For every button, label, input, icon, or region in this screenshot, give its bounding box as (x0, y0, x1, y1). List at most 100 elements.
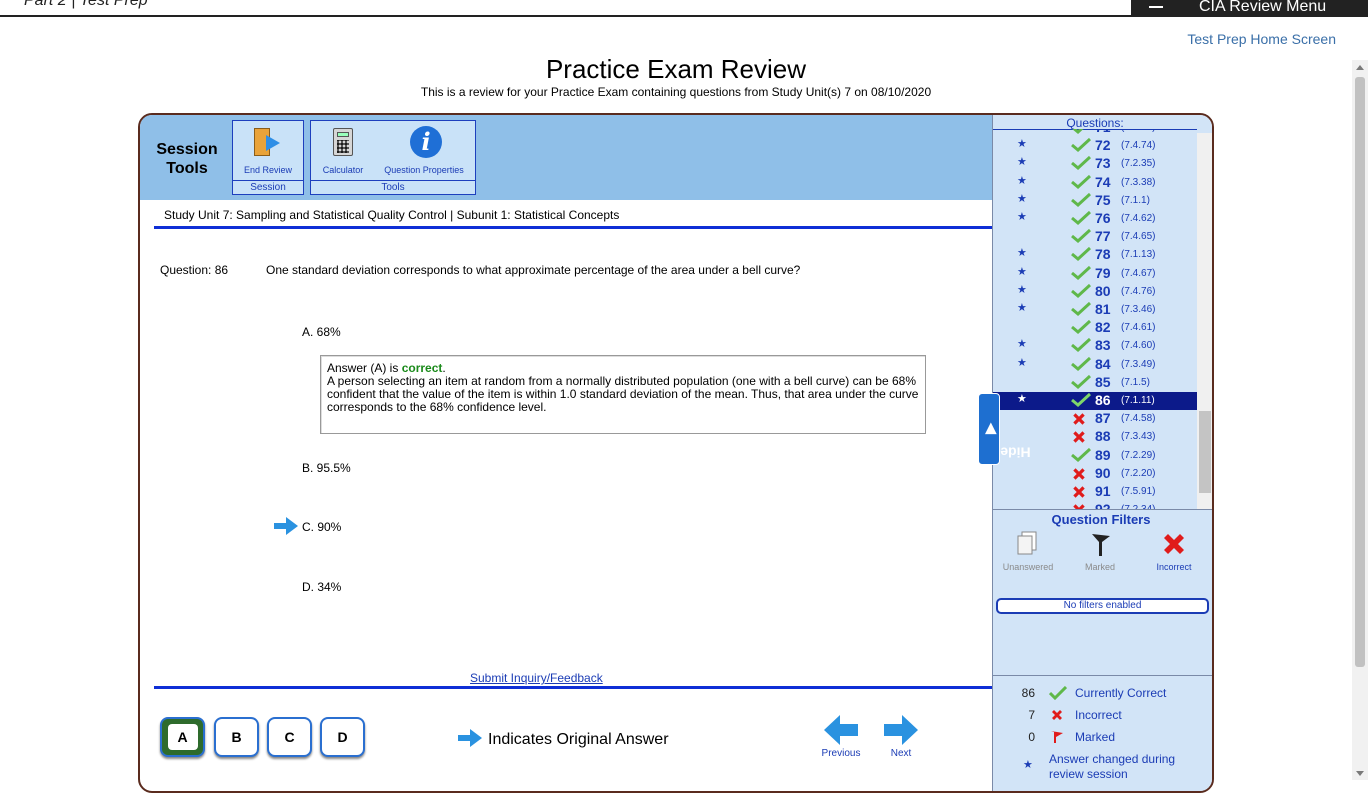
session-tools-label: Session Tools (156, 141, 218, 177)
check-icon (1071, 356, 1092, 374)
check-icon (1071, 138, 1092, 155)
end-review-button[interactable]: End Review (239, 125, 297, 175)
check-icon (1071, 447, 1092, 465)
correct-count: 86 (1021, 686, 1035, 700)
choice-c[interactable]: C. 90% (302, 520, 341, 534)
filter-marked[interactable]: Marked (1065, 530, 1135, 572)
star-icon: ★ (1017, 302, 1027, 314)
choice-d[interactable]: D. 34% (302, 580, 341, 594)
answer-button-b[interactable]: B (214, 717, 259, 757)
divider-bottom (154, 686, 992, 689)
star-icon: ★ (1017, 174, 1027, 187)
question-list-number: 74 (1095, 173, 1111, 190)
question-list-item[interactable]: 91 (7.5.91) (993, 483, 1197, 501)
question-list-item[interactable]: ★ 80 (7.4.76) (993, 283, 1197, 301)
check-icon (1071, 156, 1092, 173)
scroll-up-icon[interactable] (1356, 65, 1364, 70)
previous-button[interactable]: Previous (816, 715, 866, 759)
question-list-item[interactable]: ★ 71 (7.3.32) (993, 129, 1197, 137)
page-scrollbar[interactable] (1352, 60, 1368, 780)
red-flag-icon (1051, 731, 1063, 743)
test-prep-home-link[interactable]: Test Prep Home Screen (1187, 31, 1336, 47)
page-title: Practice Exam Review (545, 54, 807, 84)
marked-label: Marked (1075, 730, 1116, 744)
answer-button-a[interactable]: A (160, 717, 205, 757)
question-list-item[interactable]: ★ 83 (7.4.60) (993, 337, 1197, 355)
check-icon (1071, 174, 1092, 192)
question-list-scroll-thumb[interactable] (1199, 411, 1211, 493)
choice-b[interactable]: B. 95.5% (302, 461, 351, 475)
session-group: End Review Session (232, 120, 304, 195)
question-list-ref: (7.4.58) (1121, 413, 1156, 425)
question-list-item[interactable]: 77 (7.4.65) (993, 228, 1197, 246)
check-icon (1071, 338, 1092, 355)
question-number: Question: 86 (160, 263, 229, 277)
incorrect-x-icon (1052, 710, 1062, 720)
question-list-item[interactable]: ★ 84 (7.3.49) (993, 356, 1197, 374)
question-list-item[interactable]: 82 (7.4.61) (993, 319, 1197, 337)
info-icon: i (406, 125, 442, 161)
check-icon (1071, 229, 1092, 246)
question-list-number: 79 (1095, 264, 1111, 281)
subunit-breadcrumb: Study Unit 7: Sampling and Statistical Q… (164, 208, 620, 222)
filter-incorrect[interactable]: Incorrect (1139, 530, 1209, 572)
answer-explanation: Answer (A) is correct. A person selectin… (320, 355, 926, 434)
question-list-item[interactable]: ★ 72 (7.4.74) (993, 137, 1197, 155)
scroll-down-icon[interactable] (1356, 771, 1364, 776)
review-menu-label: CIA Review Menu (1199, 0, 1327, 15)
filters-header: Question Filters (1051, 512, 1151, 527)
check-icon (1071, 392, 1092, 410)
question-text: One standard deviation corresponds to wh… (266, 263, 801, 277)
question-list-item[interactable]: 85 (7.1.5) (993, 374, 1197, 392)
question-list-item[interactable]: 90 (7.2.20) (993, 465, 1197, 483)
question-list-ref: (7.5.91) (1121, 486, 1156, 497)
question-list-ref: (7.4.76) (1121, 285, 1156, 297)
question-list-item[interactable]: ★ 76 (7.4.62) (993, 210, 1197, 228)
question-list-item[interactable]: ★ 86 (7.1.11) (993, 392, 1197, 410)
question-list-item[interactable]: ★ 79 (7.4.67) (993, 265, 1197, 283)
submit-inquiry-link[interactable]: Submit Inquiry/Feedback (470, 671, 603, 685)
star-icon: ★ (1017, 283, 1027, 296)
hide-panel-tab[interactable]: ▶ Hide (978, 393, 1031, 465)
question-list-number: 87 (1095, 410, 1111, 427)
answer-button-c[interactable]: C (267, 717, 312, 757)
incorrect-x-icon (1164, 534, 1184, 554)
question-list-item[interactable]: ★ 81 (7.3.46) (993, 301, 1197, 319)
filter-incorrect-label: Incorrect (1156, 562, 1192, 572)
question-properties-button[interactable]: i Question Properties (377, 125, 471, 175)
question-list-item[interactable]: 92(7.2.34) (993, 501, 1197, 509)
next-button[interactable]: Next (876, 715, 926, 759)
hamburger-icon (1149, 6, 1163, 8)
unanswered-pages-icon (1017, 531, 1037, 555)
question-list-number: 73 (1095, 155, 1111, 172)
question-list-item[interactable]: ★ 75 (7.1.1) (993, 192, 1197, 210)
question-list-item[interactable]: ★ 74 (7.3.38) (993, 174, 1197, 192)
question-list-number: 89 (1095, 446, 1111, 463)
marked-count: 0 (1028, 730, 1035, 744)
scrollbar-thumb[interactable] (1355, 77, 1365, 667)
review-frame: Session Tools End Review Session Calcula… (138, 113, 1214, 793)
question-list-item[interactable]: ★ 73 (7.2.35) (993, 155, 1197, 173)
calculator-button[interactable]: Calculator (317, 125, 369, 175)
check-icon (1071, 374, 1092, 392)
session-toolbar: Session Tools End Review Session Calcula… (140, 115, 992, 200)
question-list-ref: (7.4.61) (1121, 322, 1156, 334)
answer-button-a-label: A (167, 724, 198, 750)
star-icon: ★ (1017, 393, 1027, 405)
hide-panel-label: ▶ Hide (982, 394, 1031, 464)
answer-button-d[interactable]: D (320, 717, 365, 757)
question-list-item[interactable]: ★ 78 (7.1.13) (993, 246, 1197, 264)
hide-label-text: Hide (1000, 444, 1031, 461)
breadcrumb: Part 2 | Test Prep (24, 0, 148, 9)
star-icon: ★ (1017, 129, 1027, 132)
review-menu-button[interactable]: CIA Review Menu (1131, 0, 1368, 16)
filter-unanswered[interactable]: Unanswered (993, 530, 1063, 572)
question-list-item[interactable]: 87 (7.4.58) (993, 410, 1197, 428)
question-list-scrollbar[interactable] (1197, 133, 1212, 509)
exit-door-icon (250, 125, 286, 161)
question-filters: Question Filters Unanswered Marked Incor… (993, 509, 1212, 674)
page-subtitle: This is a review for your Practice Exam … (420, 85, 932, 99)
question-list-ref: (7.4.65) (1121, 231, 1156, 243)
choice-a[interactable]: A. 68% (302, 325, 341, 339)
question-list-number: 81 (1095, 301, 1111, 317)
